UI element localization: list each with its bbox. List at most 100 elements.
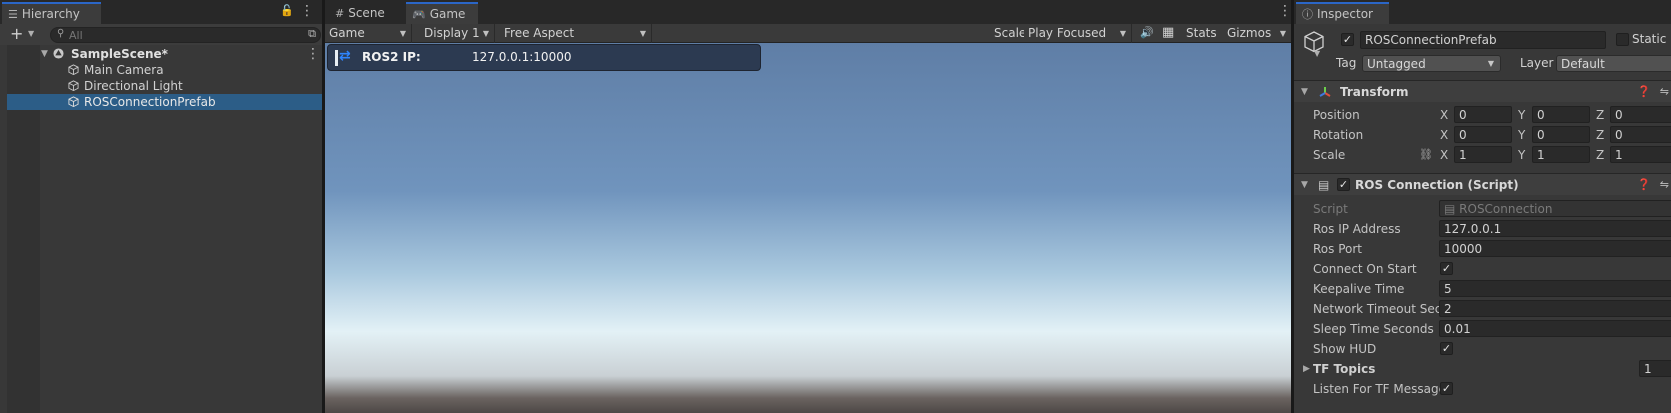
network-timeout-field[interactable]: 2 [1439,300,1671,317]
help-icon[interactable]: ❓ [1637,81,1651,103]
tab-game[interactable]: 🎮 Game [406,2,478,24]
rotation-x-field[interactable]: 0 [1454,126,1512,143]
game-view-dropdown[interactable]: Game ▼ [325,24,412,43]
scale-z-field[interactable]: 1 [1610,146,1671,163]
search-input[interactable] [69,28,269,42]
gameobject-icon [68,96,79,107]
list-item-selected[interactable]: ROSConnectionPrefab [7,94,322,110]
game-viewport[interactable]: ⇄ ROS2 IP: 127.0.0.1:10000 [325,43,1291,413]
layer-label: Layer [1520,56,1554,70]
scale-x-field[interactable]: 1 [1454,146,1512,163]
game-toolbar-right: Play Focused ▼ 🔊 ▦ Stats Gizmos ▼ [1024,24,1291,43]
hierarchy-toolbar: + ▼ ⚲ [0,24,322,45]
audio-icon[interactable]: 🔊 [1140,26,1154,39]
chevron-down-icon: ▼ [1487,59,1494,68]
tf-topics-count-field[interactable]: 1 [1639,360,1671,377]
game-panel: # Scene 🎮 Game ⋮ Game ▼ Display 1 ▼ Free Asp… [325,0,1291,413]
search-icon: ⚲ [57,28,65,39]
scale-label: Scale [994,26,1027,40]
chevron-down-icon[interactable]: ▼ [1301,81,1308,103]
position-z-field[interactable]: 0 [1610,106,1671,123]
tag-dropdown[interactable]: Untagged ▼ [1362,55,1501,72]
sleep-time-row: Sleep Time Seconds 0.01 [1294,319,1671,339]
component-enabled-checkbox[interactable]: ✓ [1337,178,1350,191]
kebab-menu-icon[interactable]: ⋮ [1278,3,1291,19]
ros-connection-header[interactable]: ▼ ▤ ✓ ROS Connection (Script) ❓ ⇋ [1294,173,1671,195]
gizmos-dropdown[interactable]: Gizmos ▼ [1223,24,1291,43]
scale-row: Scale ⛓ X1 Y1 Z1 [1294,145,1671,165]
static-checkbox[interactable] [1616,33,1629,46]
keepalive-field[interactable]: 5 [1439,280,1671,297]
ros-port-field[interactable]: 10000 [1439,240,1671,257]
chevron-down-icon[interactable]: ▼ [1314,49,1320,58]
tab-scene[interactable]: # Scene [329,2,405,24]
kebab-menu-icon[interactable]: ⋮ [300,3,314,19]
rotation-y-field[interactable]: 0 [1532,126,1590,143]
grid-icon[interactable]: ▦ [1162,25,1174,40]
ros-ip-row: Ros IP Address 127.0.0.1 [1294,219,1671,239]
object-name-field[interactable]: ROSConnectionPrefab [1360,31,1606,49]
list-item-label: Main Camera [84,63,164,77]
listen-tf-row: Listen For TF Messages ✓ [1313,382,1453,396]
hud-label: ROS2 IP: [362,50,421,64]
chevron-down-icon: ▼ [399,29,406,38]
show-hud-checkbox[interactable]: ✓ [1440,342,1453,355]
help-icon[interactable]: ❓ [1637,174,1651,196]
stats-button[interactable]: Stats [1186,26,1217,40]
tag-label: Tag [1336,56,1357,70]
ros-port-row: Ros Port 10000 [1294,239,1671,259]
tab-inspector[interactable]: ⓘ Inspector [1296,2,1389,24]
tf-topics-row[interactable]: ▶ TF Topics 1 [1294,359,1671,379]
aspect-dropdown[interactable]: Free Aspect ▼ [500,24,652,43]
chevron-down-icon: ▼ [1279,29,1286,38]
connect-on-start-checkbox[interactable]: ✓ [1440,262,1453,275]
list-item[interactable]: Directional Light [0,78,322,94]
network-timeout-row: Network Timeout Seconds 2 [1294,299,1671,319]
ros-hud: ⇄ ROS2 IP: 127.0.0.1:10000 [327,44,761,71]
hierarchy-icon: ☰ [8,8,18,21]
active-checkbox[interactable]: ✓ [1341,33,1354,46]
list-item-label: Directional Light [84,79,183,93]
chevron-down-icon[interactable]: ▼ [41,46,48,62]
scene-tab-icon: # [335,7,345,20]
list-item[interactable]: Main Camera [0,62,322,78]
hud-indicator [335,50,338,66]
chevron-down-icon[interactable]: ▼ [1301,174,1308,196]
scale-y-field[interactable]: 1 [1532,146,1590,163]
transform-header[interactable]: ▼ Transform ❓ ⇋ [1294,80,1671,102]
keepalive-row: Keepalive Time 5 [1294,279,1671,299]
chevron-right-icon[interactable]: ▶ [1303,359,1310,379]
scene-name: SampleScene* [71,47,168,61]
position-y-field[interactable]: 0 [1532,106,1590,123]
gameobject-icon [68,64,79,75]
play-mode-dropdown[interactable]: Play Focused ▼ [1024,24,1132,43]
ros-ip-field[interactable]: 127.0.0.1 [1439,220,1671,237]
plus-icon[interactable]: + [10,26,23,42]
scene-row[interactable]: ▼ SampleScene* ⋮ [0,46,322,62]
connect-on-start-row: Connect On Start ✓ [1313,262,1453,276]
hierarchy-panel: ☰Hierarchy 🔓 ⋮ + ▼ ⚲ ⧉ ▼ SampleScene* ⋮ … [0,0,322,413]
settings-sliders-icon[interactable]: ⇋ [1660,174,1669,196]
game-tabbar: # Scene 🎮 Game ⋮ [325,0,1291,24]
display-dropdown[interactable]: Display 1 ▼ [420,24,495,43]
lock-icon[interactable]: 🔓 [280,4,294,17]
transform-axes-icon [1319,87,1331,97]
show-hud-row: Show HUD ✓ [1313,342,1453,356]
gameobject-icon [68,80,79,91]
info-icon: ⓘ [1302,8,1313,21]
kebab-menu-icon[interactable]: ⋮ [306,46,320,62]
sleep-time-field[interactable]: 0.01 [1439,320,1671,337]
chevron-down-icon[interactable]: ▼ [28,29,34,38]
scene-filter-icon[interactable]: ⧉ [308,27,316,41]
search-field[interactable]: ⚲ [50,27,321,43]
rotation-z-field[interactable]: 0 [1610,126,1671,143]
position-x-field[interactable]: 0 [1454,106,1512,123]
layer-dropdown[interactable]: Default [1556,55,1671,72]
tab-hierarchy[interactable]: ☰ Hierarchy [2,2,101,24]
script-field: ▤ ROSConnection [1439,200,1671,217]
chain-link-icon[interactable]: ⛓ [1419,145,1433,165]
listen-tf-checkbox[interactable]: ✓ [1440,382,1453,395]
script-icon: ▤ [1318,178,1330,192]
game-controller-icon: 🎮 [412,8,426,21]
settings-sliders-icon[interactable]: ⇋ [1660,81,1669,103]
